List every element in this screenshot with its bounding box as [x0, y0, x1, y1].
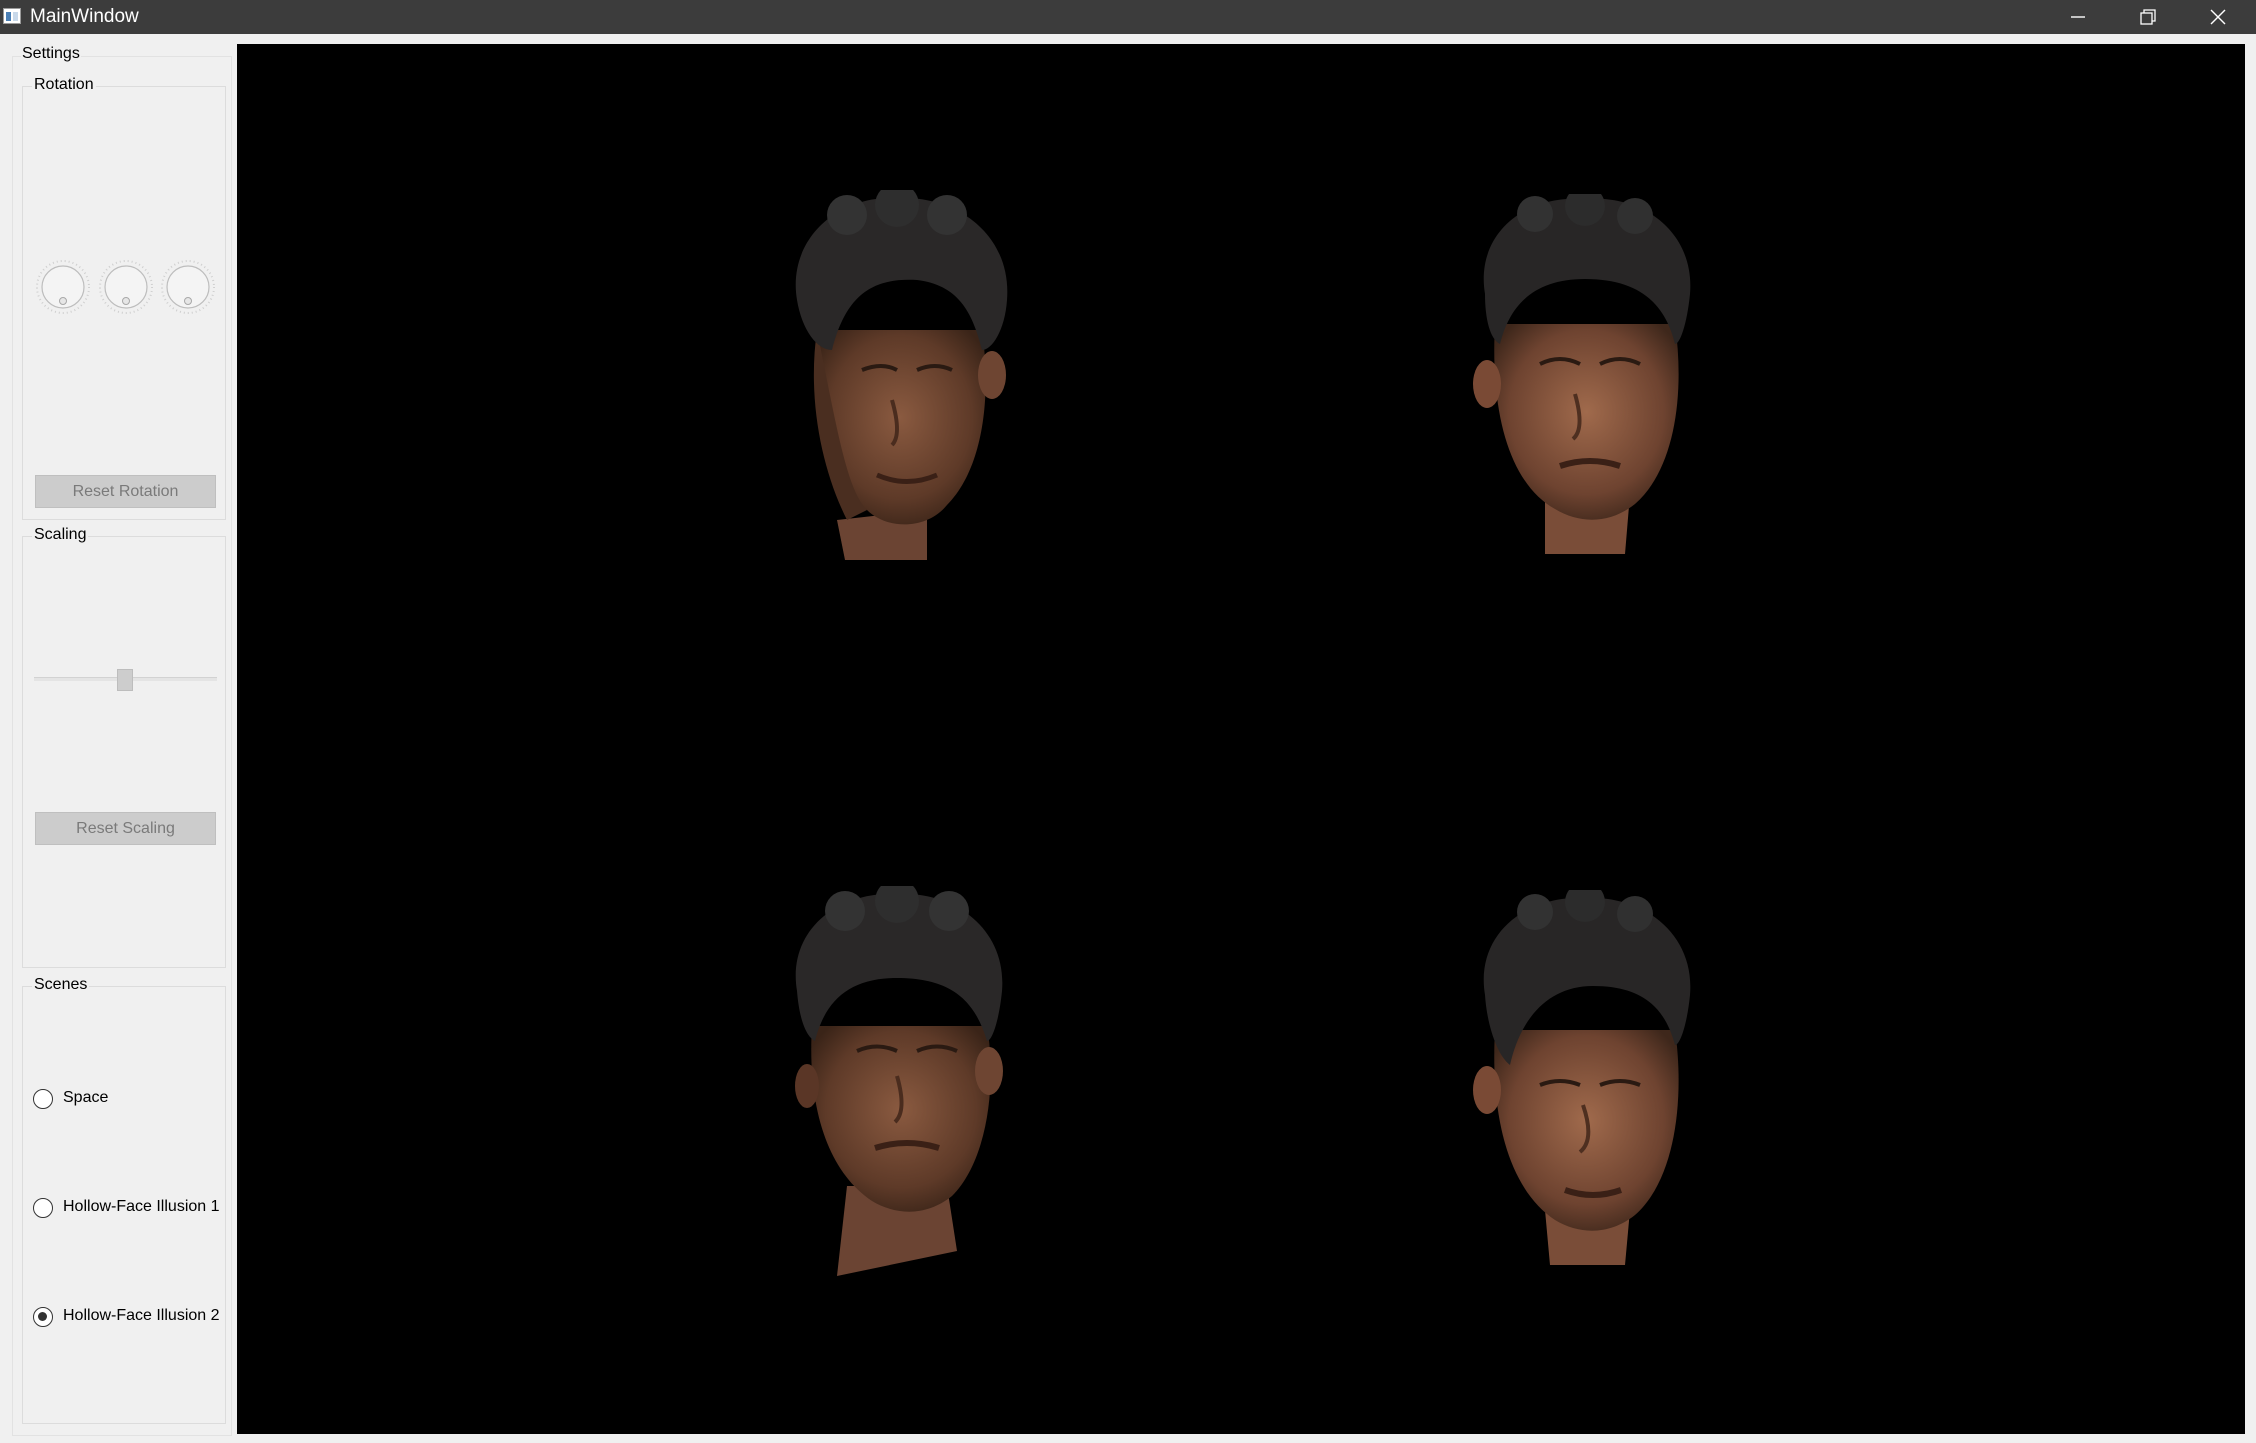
rotation-y-dial[interactable] — [98, 259, 154, 315]
settings-title: Settings — [21, 45, 81, 63]
scenes-group-title: Scenes — [32, 976, 90, 994]
head-view-bottom-left — [795, 886, 1003, 1276]
render-viewport[interactable] — [237, 44, 2245, 1434]
close-icon — [2210, 9, 2226, 25]
scene-option-label: Hollow-Face Illusion 2 — [63, 1307, 220, 1324]
reset-scaling-button[interactable]: Reset Scaling — [35, 812, 216, 845]
scene-radio-selected[interactable] — [33, 1307, 53, 1327]
scaling-group-title: Scaling — [32, 526, 89, 544]
restore-icon — [2140, 9, 2156, 25]
reset-rotation-button[interactable]: Reset Rotation — [35, 475, 216, 508]
scene-radio[interactable] — [33, 1198, 53, 1218]
scaling-slider-handle[interactable] — [117, 669, 133, 691]
dial-graphic — [36, 260, 90, 314]
scaling-group — [22, 536, 226, 968]
scene-radio[interactable] — [33, 1089, 53, 1109]
app-window-icon — [3, 8, 21, 24]
rotation-z-dial[interactable] — [160, 259, 216, 315]
scene-option-label: Hollow-Face Illusion 1 — [63, 1198, 220, 1215]
head-view-top-right — [1473, 194, 1691, 554]
rotation-x-dial[interactable] — [35, 259, 91, 315]
minimize-button[interactable] — [2044, 0, 2112, 34]
head-view-top-left — [795, 190, 1008, 560]
window-title: MainWindow — [30, 6, 139, 27]
dial-graphic — [161, 260, 215, 314]
rotation-group-title: Rotation — [32, 76, 96, 94]
restore-button[interactable] — [2114, 0, 2182, 34]
head-view-bottom-right — [1473, 890, 1691, 1265]
close-button[interactable] — [2184, 0, 2252, 34]
scene-option-label: Space — [63, 1089, 109, 1106]
minimize-icon — [2071, 16, 2085, 18]
dial-graphic — [99, 260, 153, 314]
title-bar[interactable]: MainWindow — [0, 0, 2256, 34]
